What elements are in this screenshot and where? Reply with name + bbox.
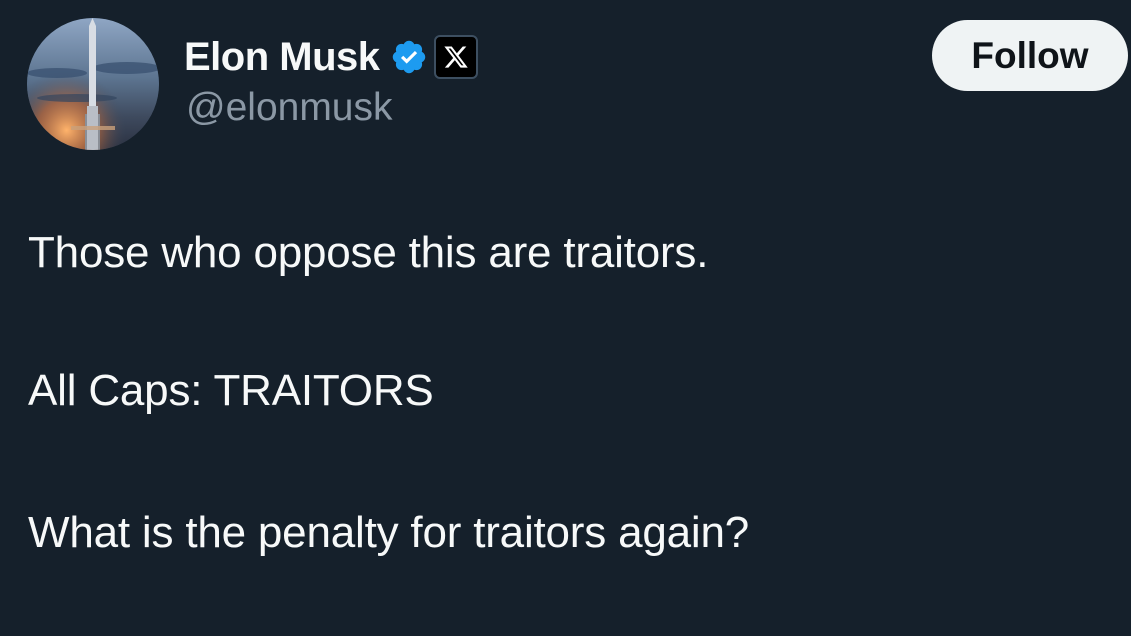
- tweet-text-line: What is the penalty for traitors again?: [28, 508, 750, 557]
- avatar[interactable]: [27, 18, 159, 150]
- author-name-row: Elon Musk: [184, 30, 478, 84]
- follow-button[interactable]: Follow: [932, 20, 1128, 91]
- rocket-avatar-image: [27, 18, 159, 150]
- x-logo-icon[interactable]: [433, 35, 478, 79]
- tweet-text-line: All Caps: TRAITORS: [28, 366, 434, 415]
- tweet-text-line: Those who oppose this are traitors.: [28, 228, 709, 277]
- verified-check-icon[interactable]: [390, 38, 428, 76]
- author-handle[interactable]: @elonmusk: [186, 86, 393, 130]
- author-display-name[interactable]: Elon Musk: [184, 35, 380, 80]
- tweet-card: Elon Musk @elonmusk Follow Those who opp…: [0, 0, 1131, 636]
